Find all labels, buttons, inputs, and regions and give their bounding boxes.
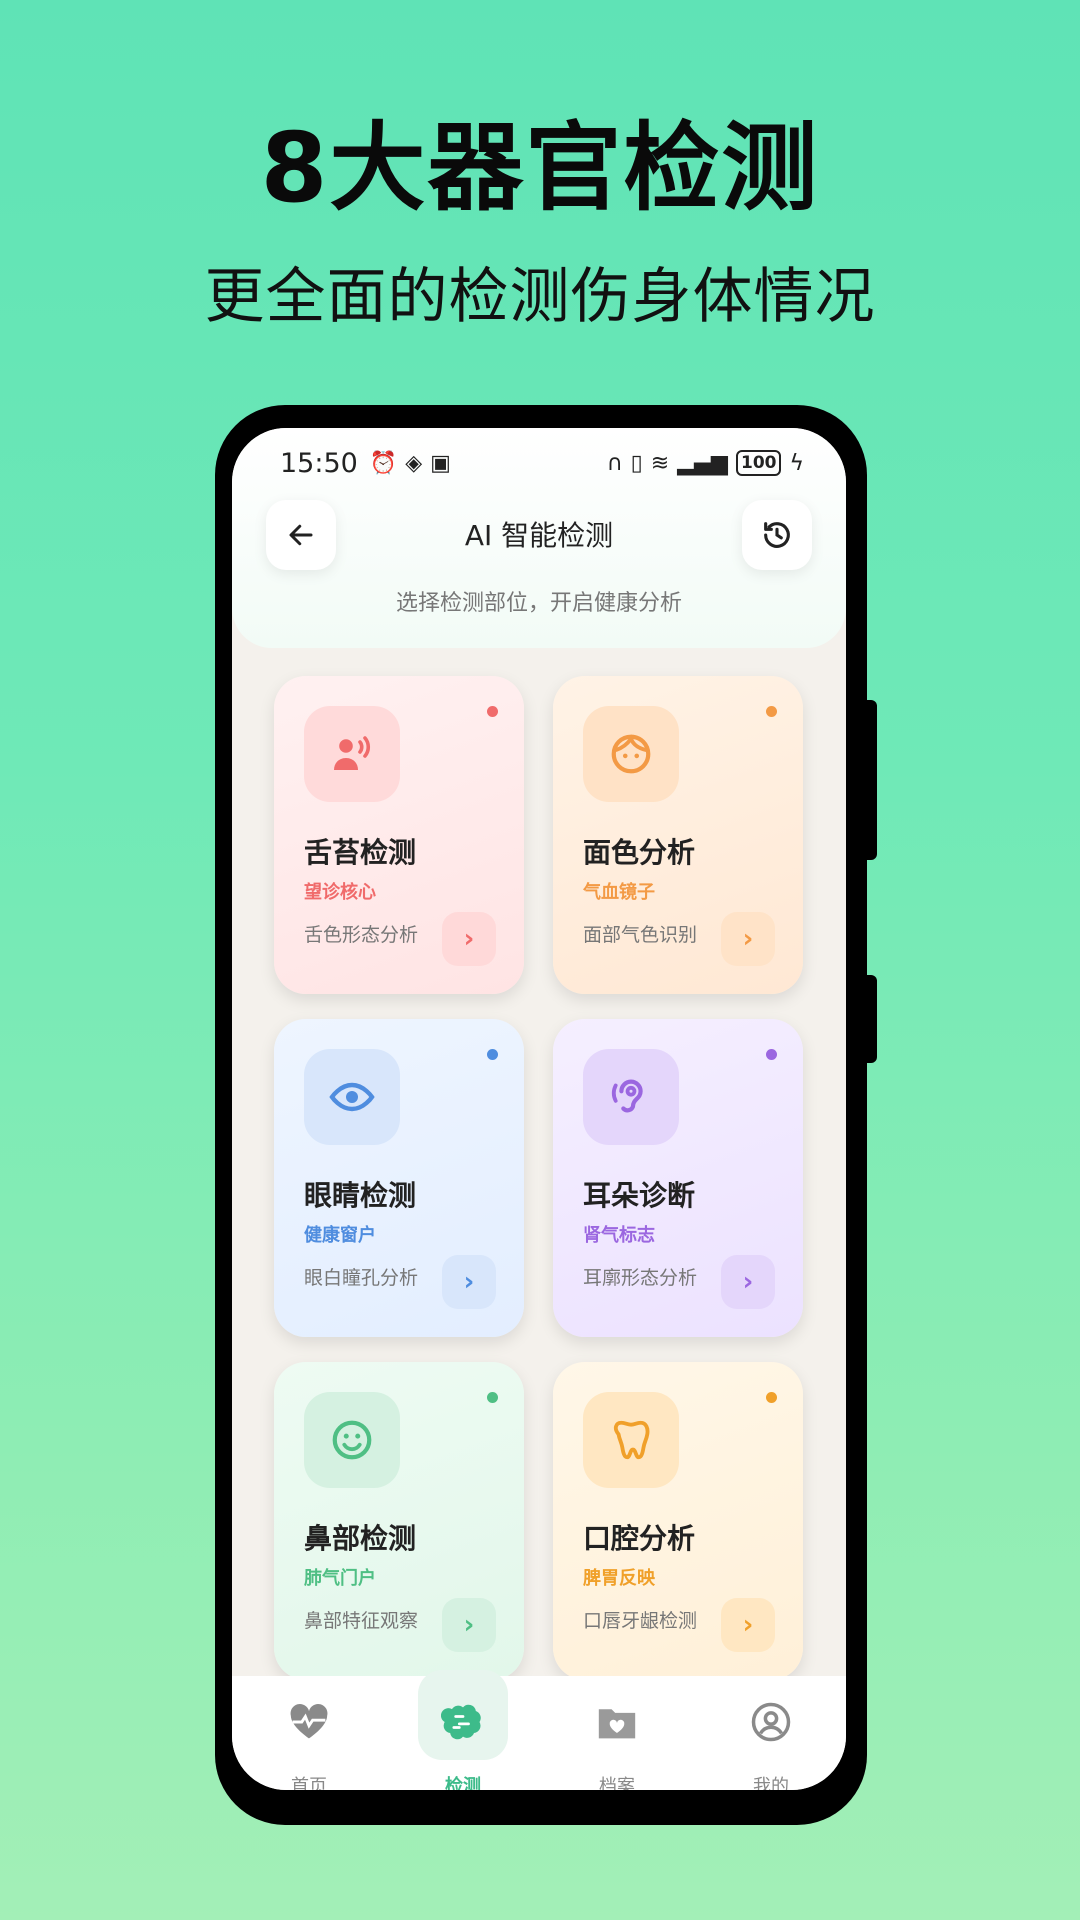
status-dot xyxy=(487,1049,498,1060)
card-tag: 肺气门户 xyxy=(304,1568,376,1589)
card-eye[interactable]: 眼睛检测 健康窗户 眼白瞳孔分析 › xyxy=(274,1019,524,1337)
card-title: 眼睛检测 xyxy=(304,1179,417,1212)
chevron-right-icon[interactable]: › xyxy=(721,912,775,966)
card-desc: 眼白瞳孔分析 xyxy=(304,1267,419,1289)
card-tag: 健康窗户 xyxy=(304,1225,376,1246)
card-tongue[interactable]: 舌苔检测 望诊核心 舌色形态分析 › xyxy=(274,676,524,994)
chevron-right-icon[interactable]: › xyxy=(721,1598,775,1652)
history-button[interactable] xyxy=(742,500,812,570)
alarm-icon: ⏰ xyxy=(369,450,398,476)
brain-icon xyxy=(441,1704,481,1740)
chevron-right-icon[interactable]: › xyxy=(442,912,496,966)
image-icon: ▣ xyxy=(430,450,451,476)
card-mouth[interactable]: 口腔分析 脾胃反映 口唇牙龈检测 › xyxy=(553,1362,803,1680)
card-desc: 鼻部特征观察 xyxy=(304,1610,419,1632)
wifi-icon: ≋ xyxy=(650,450,670,476)
history-icon xyxy=(764,522,790,548)
page-subtitle: 选择检测部位，开启健康分析 xyxy=(395,591,682,616)
status-dot xyxy=(487,706,498,717)
folder-heart-icon xyxy=(598,1709,636,1739)
volume-button xyxy=(867,700,877,860)
diamond-icon: ◈ xyxy=(405,450,423,476)
tab-profile[interactable]: 我的 xyxy=(694,1676,846,1790)
card-tag: 气血镜子 xyxy=(583,882,655,903)
heartbeat-icon xyxy=(290,1703,328,1739)
user-circle-icon xyxy=(751,1702,791,1742)
card-nose[interactable]: 鼻部检测 肺气门户 鼻部特征观察 › xyxy=(274,1362,524,1680)
header: AI 智能检测 xyxy=(232,500,846,570)
card-desc: 口唇牙龈检测 xyxy=(583,1610,698,1632)
eye-icon xyxy=(304,1049,400,1145)
charging-icon: ϟ xyxy=(789,450,804,476)
tab-label: 首页 xyxy=(291,1776,327,1790)
card-tag: 肾气标志 xyxy=(583,1225,655,1246)
person-speaking-icon xyxy=(304,706,400,802)
tab-label: 我的 xyxy=(753,1776,789,1790)
chevron-right-icon[interactable]: › xyxy=(442,1598,496,1652)
battery-indicator: 100 xyxy=(735,450,782,476)
status-dot xyxy=(766,1049,777,1060)
face-icon xyxy=(583,706,679,802)
tab-records[interactable]: 档案 xyxy=(540,1676,694,1790)
status-time: 15:50 xyxy=(280,447,358,479)
headphones-icon: ∩ xyxy=(606,450,623,476)
card-title: 耳朵诊断 xyxy=(583,1179,696,1212)
status-bar: 15:50 ⏰ ◈ ▣ ∩ ▯ ≋ ▂▄▆ 100 ϟ xyxy=(232,428,846,498)
card-title: 舌苔检测 xyxy=(304,836,417,869)
status-dot xyxy=(487,1392,498,1403)
signal-icon: ▂▄▆ xyxy=(677,450,728,476)
power-button xyxy=(867,975,877,1063)
card-desc: 面部气色识别 xyxy=(583,924,698,946)
vibrate-icon: ▯ xyxy=(630,450,643,476)
card-title: 口腔分析 xyxy=(583,1522,696,1555)
status-dot xyxy=(766,1392,777,1403)
card-title: 面色分析 xyxy=(583,836,696,869)
tab-label: 检测 xyxy=(445,1776,481,1790)
tooth-icon xyxy=(583,1392,679,1488)
card-desc: 舌色形态分析 xyxy=(304,924,419,946)
card-desc: 耳廓形态分析 xyxy=(583,1267,698,1289)
card-face[interactable]: 面色分析 气血镜子 面部气色识别 › xyxy=(553,676,803,994)
status-dot xyxy=(766,706,777,717)
ear-icon xyxy=(583,1049,679,1145)
card-ear[interactable]: 耳朵诊断 肾气标志 耳廓形态分析 › xyxy=(553,1019,803,1337)
phone-screen: 15:50 ⏰ ◈ ▣ ∩ ▯ ≋ ▂▄▆ 100 ϟ AI 智能检测 选择检测 xyxy=(232,428,846,1790)
bottom-tab-bar: 首页 检测 档案 我的 xyxy=(232,1670,846,1790)
hero-subtitle: 更全面的检测伤身体情况 xyxy=(204,262,876,332)
chevron-right-icon[interactable]: › xyxy=(721,1255,775,1309)
chevron-right-icon[interactable]: › xyxy=(442,1255,496,1309)
tab-label: 档案 xyxy=(599,1776,635,1790)
hero-title: 8大器官检测 xyxy=(260,112,820,224)
smile-icon xyxy=(304,1392,400,1488)
card-tag: 望诊核心 xyxy=(304,882,376,903)
card-tag: 脾胃反映 xyxy=(583,1568,655,1589)
card-title: 鼻部检测 xyxy=(304,1522,417,1555)
tab-detect[interactable]: 检测 xyxy=(386,1670,540,1790)
tab-home[interactable]: 首页 xyxy=(232,1676,386,1790)
